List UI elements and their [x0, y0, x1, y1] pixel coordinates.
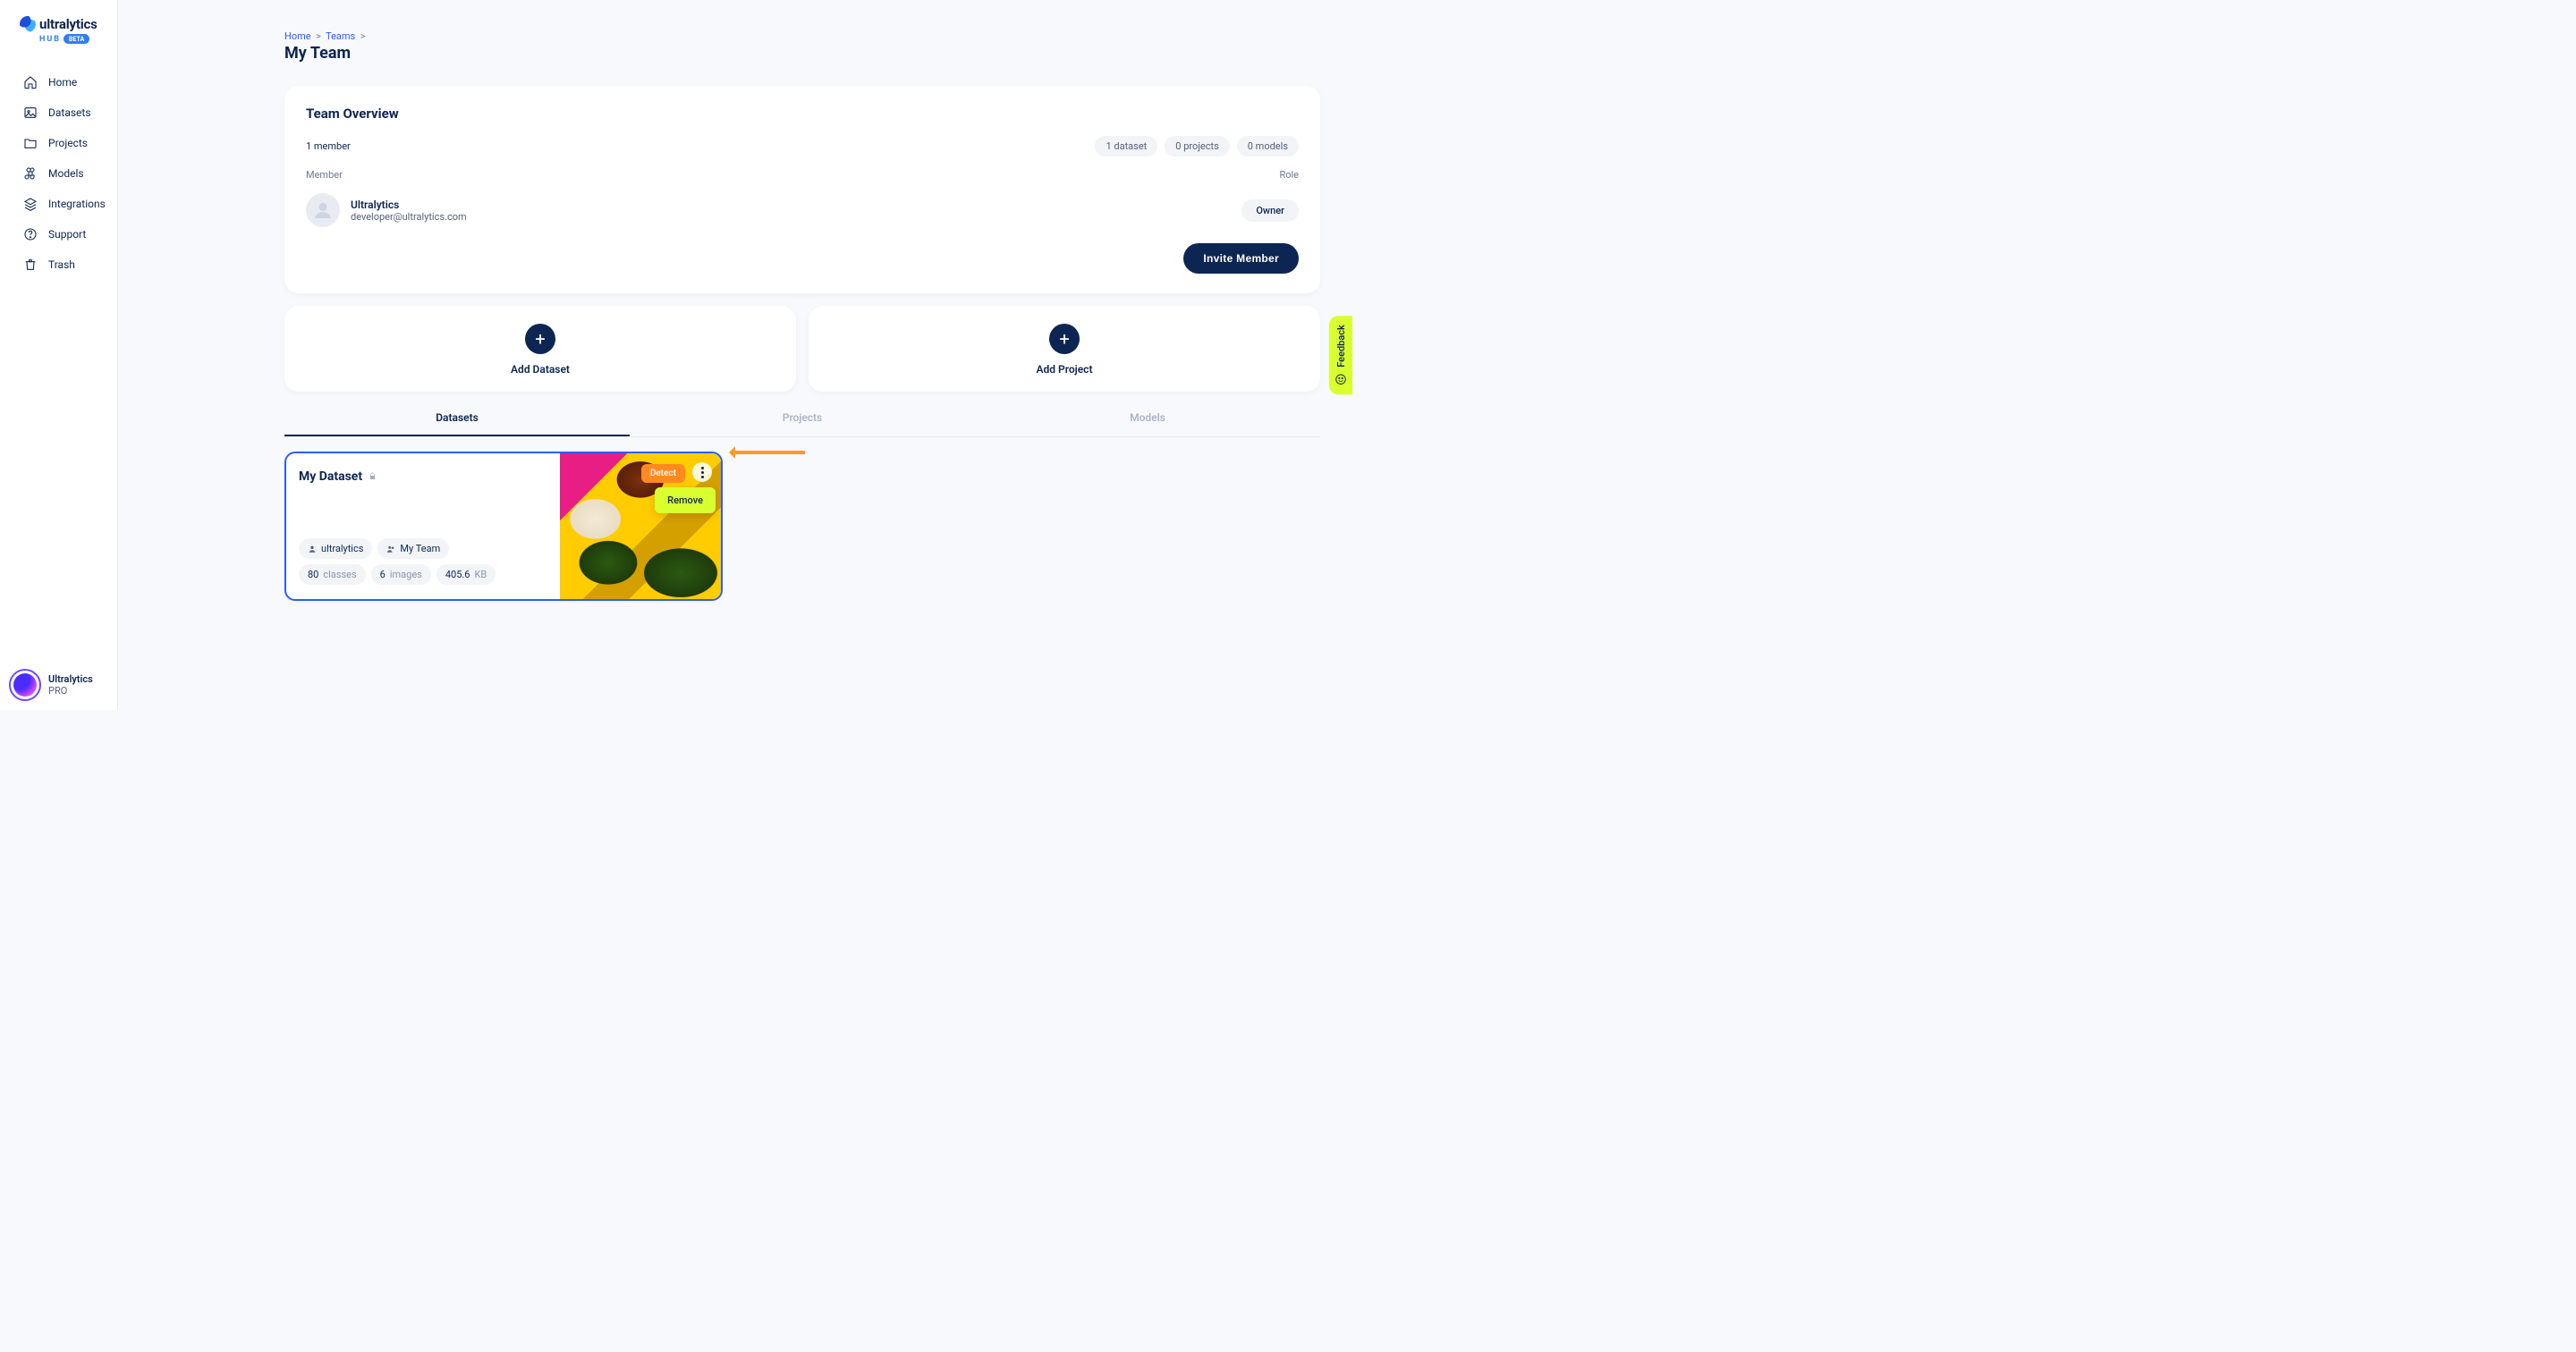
lock-icon [368, 468, 377, 485]
owner-chip: ultralytics [299, 538, 372, 559]
image-icon [23, 106, 38, 120]
plus-icon: + [1049, 324, 1080, 354]
folder-icon [23, 136, 38, 150]
nav-integrations[interactable]: Integrations [0, 189, 117, 219]
overview-title: Team Overview [306, 106, 1299, 122]
avatar-icon [9, 669, 41, 701]
stat-projects: 0 projects [1165, 136, 1229, 156]
stat-datasets: 1 dataset [1095, 136, 1157, 156]
dataset-card[interactable]: My Dataset ultralytics My Team 80cla [284, 452, 723, 601]
nav-projects[interactable]: Projects [0, 128, 117, 158]
layers-icon [23, 197, 38, 211]
trash-icon [23, 258, 38, 272]
nav-label: Models [48, 167, 84, 180]
smile-icon [1335, 373, 1347, 385]
member-count: 1 member [306, 140, 351, 152]
user-plan: PRO [48, 685, 93, 697]
th-member: Member [306, 169, 343, 181]
member-row: Ultralytics developer@ultralytics.com Ow… [306, 190, 1299, 238]
logo-mark-icon [20, 16, 36, 32]
nav-label: Datasets [48, 106, 91, 119]
brand-hub: HUB [39, 35, 61, 44]
add-project-label: Add Project [1037, 363, 1093, 376]
nav-label: Integrations [48, 198, 106, 210]
invite-member-button[interactable]: Invite Member [1183, 243, 1299, 274]
nav-support[interactable]: Support [0, 219, 117, 249]
command-icon [23, 166, 38, 181]
sidebar: ultralytics HUB BETA Home Datasets Proje… [0, 0, 118, 710]
member-email: developer@ultralytics.com [351, 211, 467, 223]
th-role: Role [1279, 169, 1299, 181]
images-chip: 6images [371, 564, 431, 585]
detect-badge: Detect [641, 464, 685, 483]
brand-beta-badge: BETA [64, 34, 89, 44]
datasets-grid: My Dataset ultralytics My Team 80cla [284, 452, 1320, 601]
nav-label: Home [48, 76, 77, 89]
nav-label: Support [48, 228, 86, 241]
plus-icon: + [525, 324, 555, 354]
nav-models[interactable]: Models [0, 158, 117, 189]
stat-models: 0 models [1237, 136, 1299, 156]
page-title: My Team [284, 44, 1320, 63]
annotation-arrow-icon [732, 451, 805, 454]
nav-label: Trash [48, 258, 75, 271]
tabs: Datasets Projects Models [284, 401, 1320, 437]
tab-projects[interactable]: Projects [630, 401, 975, 436]
feedback-button[interactable]: Feedback [1329, 316, 1352, 394]
nav-datasets[interactable]: Datasets [0, 97, 117, 128]
dataset-title: My Dataset [299, 469, 362, 484]
size-chip: 405.6KB [436, 564, 496, 585]
team-overview-card: Team Overview 1 member 1 dataset 0 proje… [284, 86, 1320, 293]
team-chip: My Team [377, 538, 449, 559]
tab-datasets[interactable]: Datasets [284, 401, 630, 436]
nav-trash[interactable]: Trash [0, 249, 117, 280]
help-icon [23, 227, 38, 241]
tab-models[interactable]: Models [975, 401, 1320, 436]
nav: Home Datasets Projects Models Integratio… [0, 67, 117, 280]
member-role: Owner [1241, 199, 1299, 222]
logo[interactable]: ultralytics HUB BETA [0, 0, 117, 51]
kebab-menu-button[interactable] [692, 462, 712, 482]
dataset-thumbnail: Detect Remove [560, 453, 721, 599]
feedback-label: Feedback [1335, 325, 1347, 368]
sidebar-user[interactable]: Ultralytics PRO [9, 669, 93, 701]
brand-name: ultralytics [39, 16, 97, 32]
remove-menu-item[interactable]: Remove [655, 487, 716, 513]
main: Home > Teams > My Team Team Overview 1 m… [118, 0, 1352, 710]
nav-home[interactable]: Home [0, 67, 117, 97]
member-avatar-icon [306, 193, 340, 227]
home-icon [23, 75, 38, 89]
add-dataset-button[interactable]: + Add Dataset [284, 306, 796, 392]
add-project-button[interactable]: + Add Project [809, 306, 1320, 392]
classes-chip: 80classes [299, 564, 366, 585]
user-name: Ultralytics [48, 673, 93, 685]
nav-label: Projects [48, 137, 88, 149]
add-dataset-label: Add Dataset [511, 363, 570, 376]
breadcrumb-teams[interactable]: Teams [326, 30, 355, 42]
member-name: Ultralytics [351, 199, 467, 211]
breadcrumb: Home > Teams > [284, 30, 1320, 42]
breadcrumb-home[interactable]: Home [284, 30, 311, 42]
